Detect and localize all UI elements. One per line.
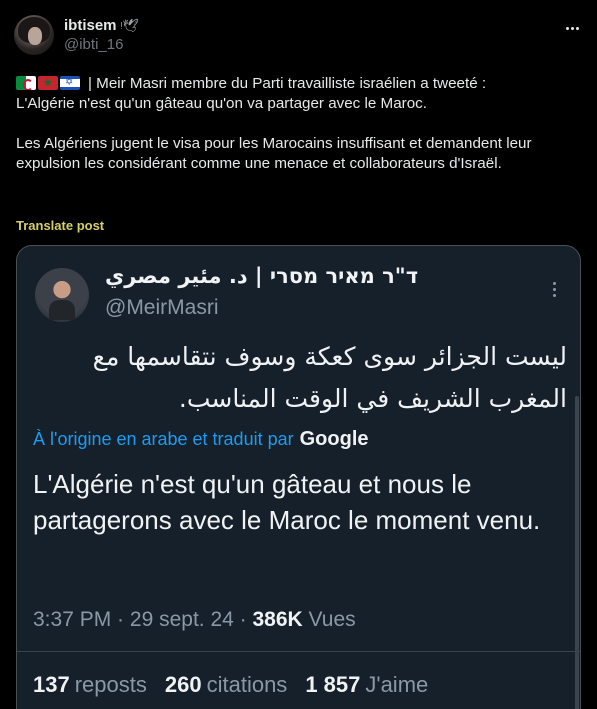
quoted-views-label: Vues — [308, 608, 356, 631]
tweet-text: | Meir Masri membre du Parti travaillist… — [16, 74, 586, 174]
reposts-label: reposts — [74, 672, 147, 697]
card-scrollbar[interactable] — [575, 396, 579, 709]
translation-origin-label[interactable]: À l'origine en arabe et traduit par — [33, 429, 294, 450]
quoted-time[interactable]: 3:37 PM — [33, 608, 111, 631]
quoted-views-count: 386K — [252, 608, 303, 631]
author-avatar[interactable] — [14, 15, 54, 55]
author-display-name[interactable]: ibtisem — [64, 17, 117, 34]
quoted-author-name[interactable]: ד"ר מאיר מסרי | د. مئير مصري — [105, 264, 418, 288]
quoted-more-options-icon[interactable] — [547, 278, 561, 300]
likes-label: J'aime — [365, 672, 429, 697]
reposts-stat[interactable]: 137 reposts — [33, 672, 147, 698]
reposts-count: 137 — [33, 672, 70, 697]
post: ibtisem ᵎ🕊 @ibti_16 | Meir Masri membre … — [0, 0, 597, 709]
quoted-author-avatar[interactable] — [35, 268, 89, 322]
tweet-body: | Meir Masri membre du Parti travaillist… — [16, 75, 532, 172]
quoted-translated-text: L'Algérie n'est qu'un gâteau et nous le … — [33, 469, 541, 535]
likes-count: 1 857 — [305, 672, 361, 697]
author-info: ibtisem ᵎ🕊 @ibti_16 — [64, 17, 139, 53]
likes-stat[interactable]: 1 857 J'aime — [305, 672, 428, 698]
dove-icon: ᵎ🕊 — [120, 17, 140, 33]
quotes-stat[interactable]: 260 citations — [165, 672, 287, 698]
quoted-timestamp-row: 3:37 PM · 29 sept. 24 · 386K Vues — [33, 608, 356, 631]
translation-attribution: À l'origine en arabe et traduit par Goog… — [33, 428, 369, 451]
stats-divider — [17, 651, 580, 652]
avatar-face — [28, 27, 42, 45]
google-logo: Google — [299, 428, 369, 450]
quoted-tweet-card[interactable]: ד"ר מאיר מסרי | د. مئير مصري @MeirMasri … — [16, 245, 581, 709]
more-options-icon[interactable] — [560, 18, 584, 38]
quoted-author-handle[interactable]: @MeirMasri — [105, 296, 218, 320]
translate-post-link[interactable]: Translate post — [16, 218, 104, 233]
engagement-stats: 137 reposts 260 citations 1 857 J'aime — [33, 672, 428, 698]
quotes-count: 260 — [164, 672, 202, 697]
quotes-label: citations — [206, 672, 288, 697]
quoted-original-text: ليست الجزائر سوى كعكة وسوف نتقاسمها مع ا… — [92, 342, 567, 413]
quoted-date[interactable]: 29 sept. 24 — [130, 608, 234, 631]
author-handle[interactable]: @ibti_16 — [64, 36, 139, 53]
author-name-row[interactable]: ibtisem ᵎ🕊 — [64, 17, 139, 34]
